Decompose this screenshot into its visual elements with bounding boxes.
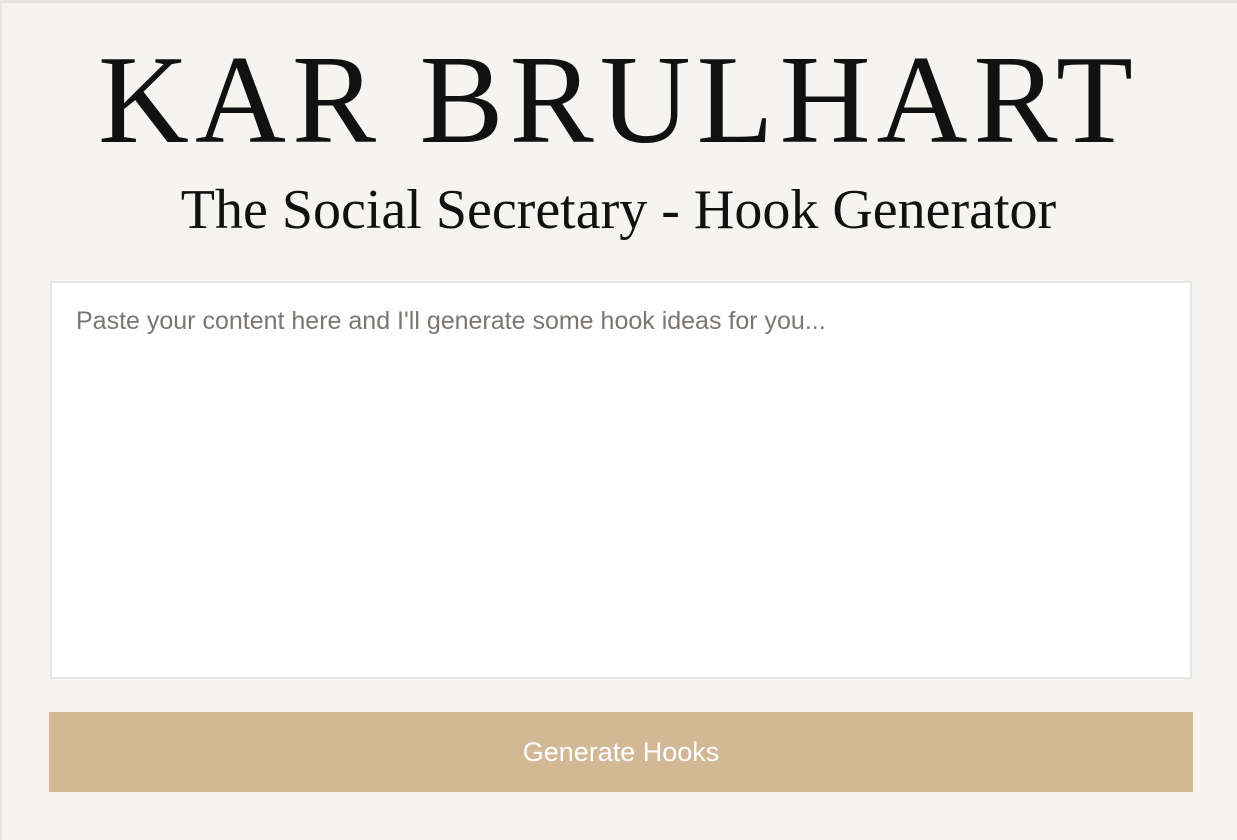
page-subtitle: The Social Secretary - Hook Generator — [180, 179, 1057, 241]
content-input[interactable] — [50, 281, 1192, 679]
brand-title: KAR BRULHART — [98, 31, 1139, 170]
generate-hooks-button[interactable]: Generate Hooks — [49, 712, 1193, 792]
top-border — [0, 0, 1237, 3]
